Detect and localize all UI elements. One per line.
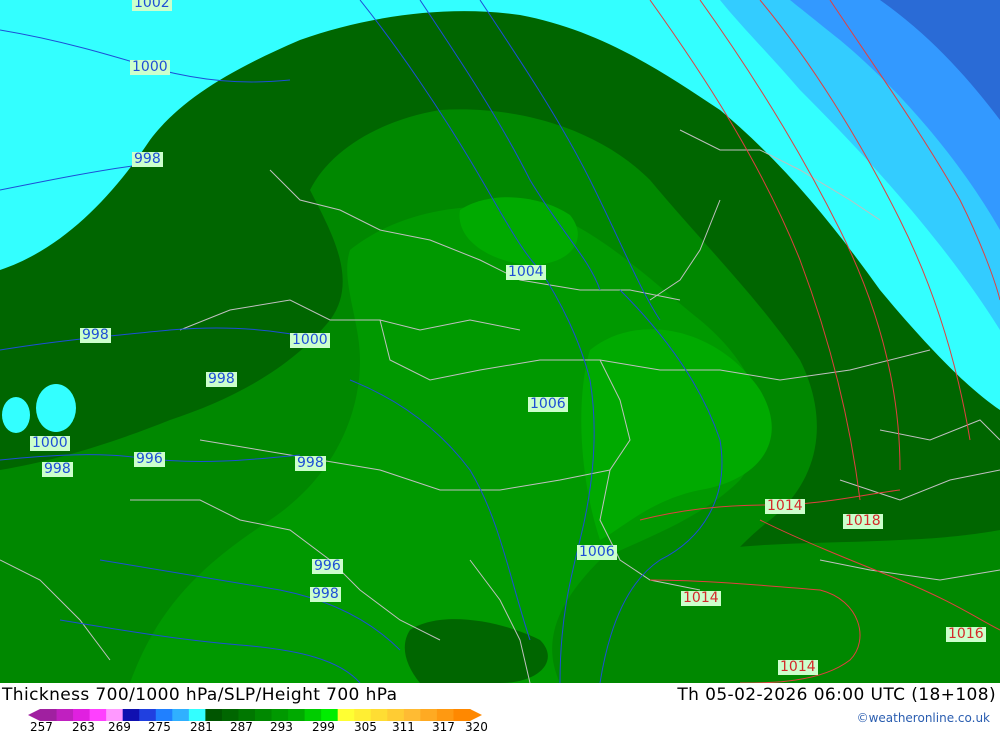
isobar-label-1004: 1004 <box>506 264 546 280</box>
legend-tick-label: 317 <box>432 720 455 734</box>
legend-swatch <box>337 709 355 721</box>
isobar-label-1006: 1006 <box>528 396 568 412</box>
isobar-label-998: 998 <box>132 151 163 167</box>
lake-west-2 <box>36 384 76 432</box>
isobar-label-1002: 1002 <box>132 0 172 11</box>
isobar-label-1018: 1018 <box>843 513 883 529</box>
legend-tick-label: 293 <box>270 720 293 734</box>
isobar-label-1006: 1006 <box>577 544 617 560</box>
legend-tick-label: 320 <box>465 720 488 734</box>
legend-tick-label: 257 <box>30 720 53 734</box>
legend-tick-label: 299 <box>312 720 335 734</box>
isobar-label-1014: 1014 <box>681 590 721 606</box>
legend-bar <box>28 709 482 721</box>
isobar-label-996: 996 <box>134 451 165 467</box>
map-canvas <box>0 0 1000 683</box>
legend-swatch <box>172 709 190 721</box>
weather-map: 1002 1000 998 1004 998 1000 998 1006 100… <box>0 0 1000 683</box>
isobar-label-1016: 1016 <box>946 626 986 642</box>
isobar-label-998: 998 <box>310 586 341 602</box>
isobar-label-1014: 1014 <box>778 659 818 675</box>
isobar-label-998: 998 <box>80 327 111 343</box>
isobar-label-1014: 1014 <box>765 498 805 514</box>
map-footer: Thickness 700/1000 hPa/SLP/Height 700 hP… <box>0 683 1000 734</box>
legend-tick-label: 269 <box>108 720 131 734</box>
lake-west-1 <box>2 397 30 433</box>
legend-tick-label: 275 <box>148 720 171 734</box>
legend-tick-label: 311 <box>392 720 415 734</box>
isobar-label-998: 998 <box>206 371 237 387</box>
isobar-label-1000: 1000 <box>290 332 330 348</box>
legend-tick-label: 305 <box>354 720 377 734</box>
credit-link[interactable]: ©weatheronline.co.uk <box>857 711 990 725</box>
legend-tick-label: 263 <box>72 720 95 734</box>
isobar-label-1000: 1000 <box>30 435 70 451</box>
map-title: Thickness 700/1000 hPa/SLP/Height 700 hP… <box>2 685 398 705</box>
legend-tick-label: 287 <box>230 720 253 734</box>
isobar-label-998: 998 <box>295 455 326 471</box>
isobar-label-996: 996 <box>312 558 343 574</box>
legend-tick-label: 281 <box>190 720 213 734</box>
forecast-datetime: Th 05-02-2026 06:00 UTC (18+108) <box>677 685 996 705</box>
isobar-label-998: 998 <box>42 461 73 477</box>
isobar-label-1000: 1000 <box>130 59 170 75</box>
legend-ticks: 257 263 269 275 281 287 293 299 305 311 317 320 <box>0 720 520 734</box>
